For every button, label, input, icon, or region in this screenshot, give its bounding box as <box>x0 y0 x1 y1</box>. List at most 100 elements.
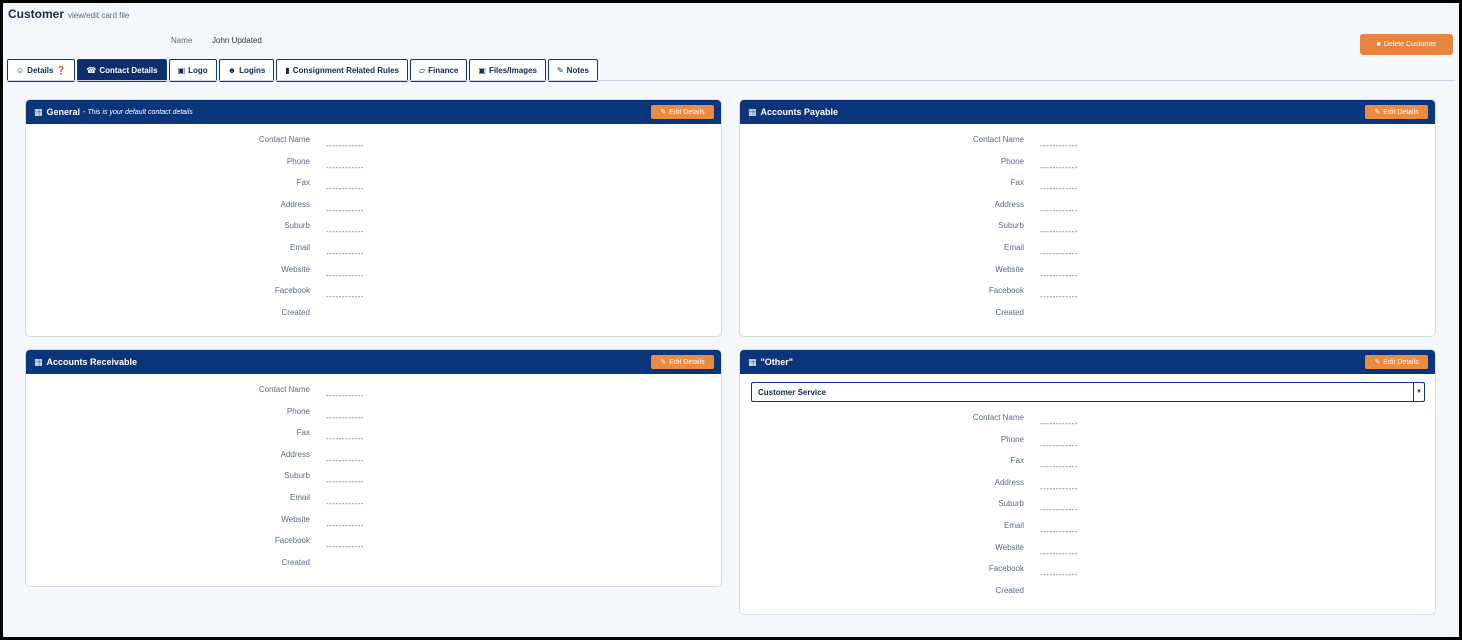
field-value[interactable]: ------------ <box>326 141 364 150</box>
field-value[interactable]: ------------ <box>326 413 364 422</box>
field-value[interactable]: ------------ <box>1040 163 1078 172</box>
edit-details-button[interactable]: ✎ Edit Details <box>1365 355 1428 369</box>
tab-contact-details[interactable]: ☎ Contact Details <box>77 59 167 82</box>
field-value[interactable]: ------------ <box>1040 549 1078 558</box>
field-row: Fax ------------ <box>740 178 1435 200</box>
field-label: Suburb <box>998 221 1024 231</box>
page-frame: Customer view/edit card file Name John U… <box>3 3 1459 637</box>
edit-details-label: Edit Details <box>1383 358 1419 366</box>
field-value[interactable]: ------------ <box>326 499 364 508</box>
panel-header: ▦ "Other" ✎ Edit Details <box>740 350 1435 374</box>
field-value[interactable]: ------------ <box>1040 419 1078 428</box>
edit-details-button[interactable]: ✎ Edit Details <box>651 105 714 119</box>
field-row: Created <box>26 558 721 580</box>
edit-icon: ✎ <box>660 109 667 116</box>
field-label: Email <box>1003 243 1024 252</box>
field-value[interactable]: ------------ <box>1040 505 1078 514</box>
field-row: Email ------------ <box>26 243 721 265</box>
tab-finance[interactable]: ▱ Finance <box>409 59 468 82</box>
field-label: Email <box>289 243 310 252</box>
field-value[interactable]: ------------ <box>1040 570 1078 579</box>
field-row: Suburb ------------ <box>26 221 721 243</box>
tab-consignment-related-rules[interactable]: ▮ Consignment Related Rules <box>276 59 408 82</box>
tab-label: Notes <box>566 66 589 75</box>
tab-logo[interactable]: ▣ Logo <box>168 59 217 82</box>
field-row: Address ------------ <box>740 200 1435 222</box>
field-value[interactable]: ------------ <box>1040 227 1078 236</box>
panel-header: ▦ Accounts Receivable ✎ Edit Details <box>26 350 721 374</box>
field-value[interactable]: ------------ <box>326 227 364 236</box>
field-value[interactable]: ------------ <box>1040 141 1078 150</box>
field-value[interactable]: ------------ <box>326 391 364 400</box>
field-row: Fax ------------ <box>740 456 1435 478</box>
field-value[interactable]: ------------ <box>326 456 364 465</box>
field-value[interactable]: ------------ <box>326 249 364 258</box>
field-row: Fax ------------ <box>26 428 721 450</box>
trash-icon: ■ <box>1376 41 1381 48</box>
tab-logins[interactable]: ☻ Logins <box>218 59 275 82</box>
help-icon: ❓ <box>56 66 67 75</box>
field-label: Suburb <box>998 499 1024 509</box>
field-label: Facebook <box>274 536 310 546</box>
field-row: Phone ------------ <box>740 435 1435 457</box>
field-value[interactable]: ------------ <box>1040 292 1078 301</box>
field-value[interactable]: ------------ <box>1040 271 1078 280</box>
field-label: Address <box>280 199 310 209</box>
chevron-down-icon: ▼ <box>1413 383 1424 401</box>
field-value[interactable]: ------------ <box>1040 184 1078 193</box>
field-value[interactable]: ------------ <box>326 206 364 215</box>
panel-other: ▦ "Other" ✎ Edit Details Customer Servic… <box>739 349 1436 615</box>
field-value[interactable]: ------------ <box>1040 206 1078 215</box>
edit-icon: ✎ <box>660 359 667 366</box>
customer-name-value: John Updated <box>212 36 262 45</box>
field-row: Fax ------------ <box>26 178 721 200</box>
edit-details-button[interactable]: ✎ Edit Details <box>1365 105 1428 119</box>
field-label: Address <box>994 199 1024 209</box>
field-label: Facebook <box>274 286 310 296</box>
edit-icon: ✎ <box>1374 109 1381 116</box>
field-value[interactable]: ------------ <box>326 542 364 551</box>
field-row: Created <box>740 308 1435 330</box>
edit-details-label: Edit Details <box>1383 108 1419 116</box>
tab-files-images[interactable]: ▣ Files/Images <box>469 59 546 82</box>
field-value[interactable]: ------------ <box>326 434 364 443</box>
field-value[interactable]: ------------ <box>326 292 364 301</box>
field-row: Contact Name ------------ <box>26 135 721 157</box>
folder-open-icon: ▱ <box>418 66 426 75</box>
field-value[interactable]: ------------ <box>326 163 364 172</box>
field-value[interactable]: ------------ <box>1040 462 1078 471</box>
contact-fields: Contact Name ------------ Phone -----------… <box>740 413 1435 611</box>
field-row: Website ------------ <box>26 515 721 537</box>
field-value[interactable]: ------------ <box>1040 441 1078 450</box>
tab-details[interactable]: ☺ Details ❓ <box>7 59 76 82</box>
field-label: Facebook <box>988 286 1024 296</box>
field-label: Website <box>281 264 310 274</box>
field-label: Fax <box>1010 178 1024 188</box>
field-row: Suburb ------------ <box>740 221 1435 243</box>
contact-type-select[interactable]: Customer Service ▼ <box>751 382 1425 402</box>
field-row: Suburb ------------ <box>740 499 1435 521</box>
field-value[interactable]: ------------ <box>326 271 364 280</box>
field-label: Address <box>280 449 310 459</box>
field-value[interactable]: ------------ <box>1040 249 1078 258</box>
tab-label: Consignment Related Rules <box>292 66 399 75</box>
panel-accounts-payable: ▦ Accounts Payable ✎ Edit Details Contac… <box>739 99 1436 337</box>
customer-name-label: Name <box>171 36 193 45</box>
user-icon: ☺ <box>16 66 25 75</box>
delete-customer-button[interactable]: ■ Delete Customer <box>1360 34 1453 55</box>
field-label: Suburb <box>284 471 310 481</box>
field-label: Email <box>1003 521 1024 530</box>
field-value[interactable]: ------------ <box>326 184 364 193</box>
edit-details-button[interactable]: ✎ Edit Details <box>651 355 714 369</box>
field-value[interactable]: ------------ <box>1040 484 1078 493</box>
field-value[interactable]: ------------ <box>326 477 364 486</box>
tab-label: Details <box>27 66 54 75</box>
panel-general: ▦ General - This is your default contact… <box>25 99 722 337</box>
field-row: Created <box>740 586 1435 608</box>
field-label: Contact Name <box>258 135 310 144</box>
tab-notes[interactable]: ✎ Notes <box>547 59 598 82</box>
field-value[interactable]: ------------ <box>1040 527 1078 536</box>
field-value[interactable]: ------------ <box>326 521 364 530</box>
contact-fields: Contact Name ------------ Phone -----------… <box>26 135 721 333</box>
tab-label: Logins <box>239 66 266 75</box>
